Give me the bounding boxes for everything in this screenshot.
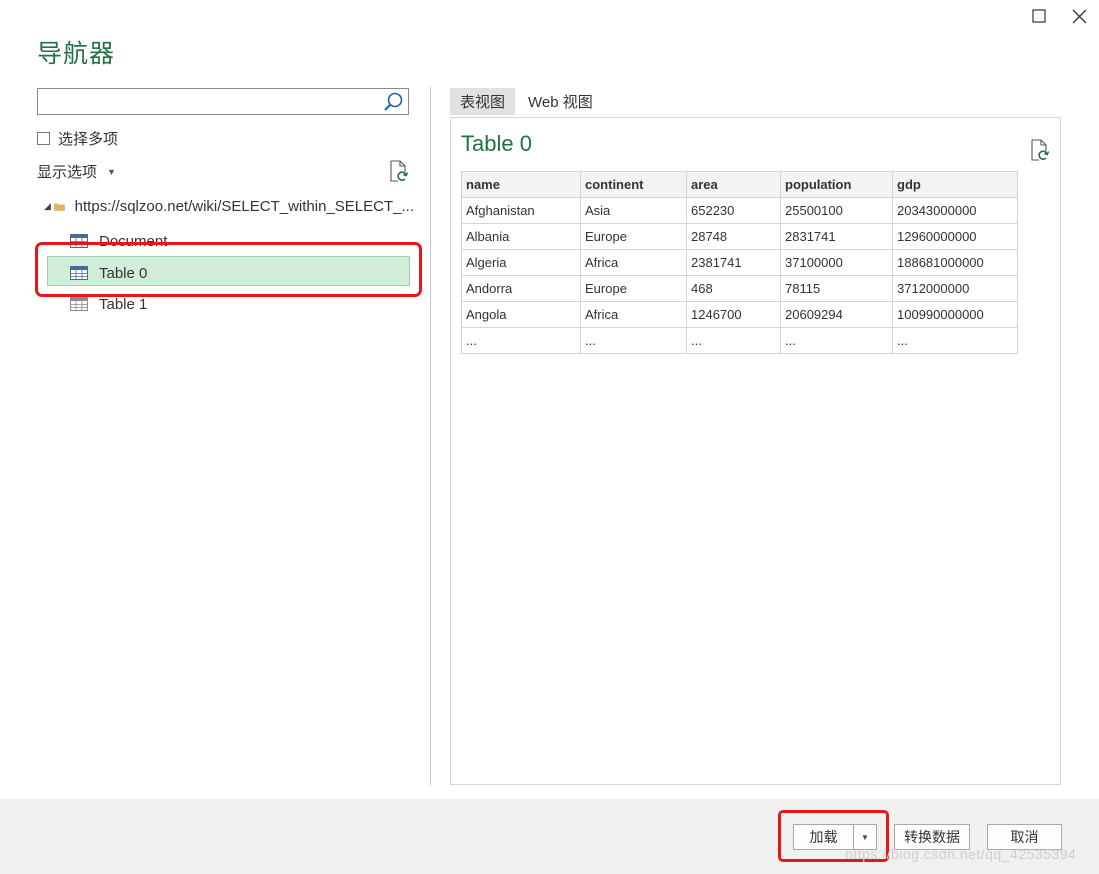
table-cell: ... (461, 327, 581, 354)
chevron-down-icon: ▼ (107, 166, 116, 177)
close-icon (1072, 9, 1086, 23)
table-row: Afghanistan Asia 652230 25500100 2034300… (461, 197, 1018, 224)
table-cell: ... (686, 327, 781, 354)
table-cell: 2381741 (686, 249, 781, 276)
search-input[interactable] (38, 89, 380, 114)
table-cell: 2831741 (780, 223, 893, 250)
table-cell: Africa (580, 301, 687, 328)
preview-title: Table 0 (461, 131, 532, 156)
multi-select-checkbox[interactable] (37, 132, 50, 145)
cancel-button-label: 取消 (1010, 829, 1039, 845)
table-cell: Algeria (461, 249, 581, 276)
highlight-annotation (35, 242, 422, 297)
table-cell: 37100000 (780, 249, 893, 276)
table-cell: 100990000000 (892, 301, 1018, 328)
multi-select-label: 选择多项 (58, 131, 119, 148)
table-row: Albania Europe 28748 2831741 12960000000 (461, 223, 1018, 250)
column-header[interactable]: name (461, 171, 581, 198)
table-cell: Albania (461, 223, 581, 250)
table-cell: 28748 (686, 223, 781, 250)
column-header[interactable]: gdp (892, 171, 1018, 198)
tab-table-view[interactable]: 表视图 (450, 88, 516, 115)
tab-web-view[interactable]: Web 视图 (518, 88, 603, 115)
table-cell: 25500100 (780, 197, 893, 224)
table-cell: Africa (580, 249, 687, 276)
pane-divider[interactable] (430, 87, 431, 785)
table-icon (70, 297, 88, 311)
multi-select-option[interactable]: 选择多项 (37, 128, 118, 149)
column-header[interactable]: continent (580, 171, 687, 198)
tree-root-label: https://sqlzoo.net/wiki/SELECT_within_SE… (74, 198, 414, 215)
refresh-icon[interactable] (389, 160, 409, 182)
table-cell: 20343000000 (892, 197, 1018, 224)
table-cell: 78115 (780, 275, 893, 302)
table-cell: Asia (580, 197, 687, 224)
table-cell: 3712000000 (892, 275, 1018, 302)
table-row: Algeria Africa 2381741 37100000 18868100… (461, 249, 1018, 276)
table-row: ... ... ... ... ... (461, 327, 1018, 354)
tree-root-source[interactable]: ◢ https://sqlzoo.net/wiki/SELECT_within_… (44, 198, 414, 215)
column-header[interactable]: area (686, 171, 781, 198)
maximize-icon (1032, 9, 1046, 23)
tree-item-label: Table 1 (99, 295, 148, 313)
watermark-text: https://blog.csdn.net/qq_42535394 (845, 846, 1077, 862)
folder-icon (53, 203, 65, 211)
table-cell: 12960000000 (892, 223, 1018, 250)
table-cell: ... (580, 327, 687, 354)
expand-triangle-icon[interactable]: ◢ (44, 201, 52, 212)
close-button[interactable] (1068, 5, 1090, 27)
tab-label: 表视图 (460, 94, 506, 111)
table-cell: Afghanistan (461, 197, 581, 224)
search-icon[interactable] (382, 91, 404, 113)
table-row: Andorra Europe 468 78115 3712000000 (461, 275, 1018, 302)
display-options-label: 显示选项 (37, 164, 98, 181)
tab-label: Web 视图 (528, 94, 593, 111)
table-row: Angola Africa 1246700 20609294 100990000… (461, 301, 1018, 328)
table-cell: 188681000000 (892, 249, 1018, 276)
table-cell: Europe (580, 275, 687, 302)
table-cell: 652230 (686, 197, 781, 224)
table-cell: Europe (580, 223, 687, 250)
maximize-button[interactable] (1028, 5, 1050, 27)
window-title: 导航器 (37, 39, 116, 68)
preview-table: name continent area population gdp Afgha… (461, 171, 1018, 354)
column-header[interactable]: population (780, 171, 893, 198)
table-cell: 468 (686, 275, 781, 302)
refresh-icon[interactable] (1030, 139, 1050, 161)
table-cell: Andorra (461, 275, 581, 302)
table-cell: Angola (461, 301, 581, 328)
display-options-dropdown[interactable]: 显示选项 ▼ (37, 161, 116, 182)
transform-data-label: 转换数据 (904, 829, 960, 845)
search-box[interactable] (37, 88, 409, 115)
table-header-row: name continent area population gdp (461, 171, 1018, 198)
table-cell: 20609294 (780, 301, 893, 328)
table-cell: 1246700 (686, 301, 781, 328)
table-cell: ... (892, 327, 1018, 354)
table-cell: ... (780, 327, 893, 354)
